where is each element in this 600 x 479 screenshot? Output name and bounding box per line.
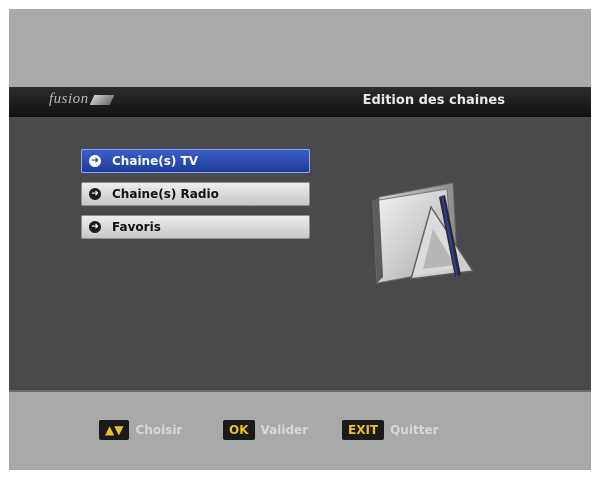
hint-exit-label: Quitter: [390, 423, 439, 437]
hint-choose: ▲▼ Choisir: [99, 420, 182, 440]
brand-text: fusion: [49, 91, 89, 107]
brand-logo: fusion: [49, 91, 115, 108]
arrow-circle-icon: ➜: [89, 188, 101, 200]
arrow-circle-icon: ➜: [89, 155, 101, 167]
menu-item-radio-channels[interactable]: ➜ Chaine(s) Radio: [81, 182, 310, 206]
menu-item-label: Chaine(s) Radio: [112, 187, 219, 201]
brand-mark-icon: [89, 94, 115, 105]
top-band: [9, 9, 591, 87]
menu-item-favorites[interactable]: ➜ Favoris: [81, 215, 310, 239]
menu-item-tv-channels[interactable]: ➜ Chaine(s) TV: [81, 149, 310, 173]
main-content: ➜ Chaine(s) TV ➜ Chaine(s) Radio ➜ Favor…: [9, 117, 591, 390]
hint-validate-label: Valider: [260, 423, 309, 437]
arrow-circle-icon: ➜: [89, 221, 101, 233]
up-down-key: ▲▼: [99, 420, 130, 440]
hint-validate: OK Valider: [223, 420, 308, 440]
menu-item-label: Chaine(s) TV: [112, 154, 199, 168]
channel-edit-menu: ➜ Chaine(s) TV ➜ Chaine(s) Radio ➜ Favor…: [81, 149, 310, 248]
folder-with-triangle-icon: [372, 182, 475, 284]
tv-screen: fusion Edition des chaines ➜ Chaine(s) T…: [9, 9, 591, 470]
footer-hint-bar: ▲▼ Choisir OK Valider EXIT Quitter: [9, 390, 591, 470]
page-title: Edition des chaines: [362, 93, 505, 108]
ok-key: OK: [223, 420, 255, 440]
header-bar: fusion Edition des chaines: [9, 87, 591, 117]
exit-key: EXIT: [342, 420, 385, 440]
menu-item-label: Favoris: [112, 220, 161, 234]
hint-exit: EXIT Quitter: [342, 420, 439, 440]
hint-choose-label: Choisir: [135, 423, 183, 437]
